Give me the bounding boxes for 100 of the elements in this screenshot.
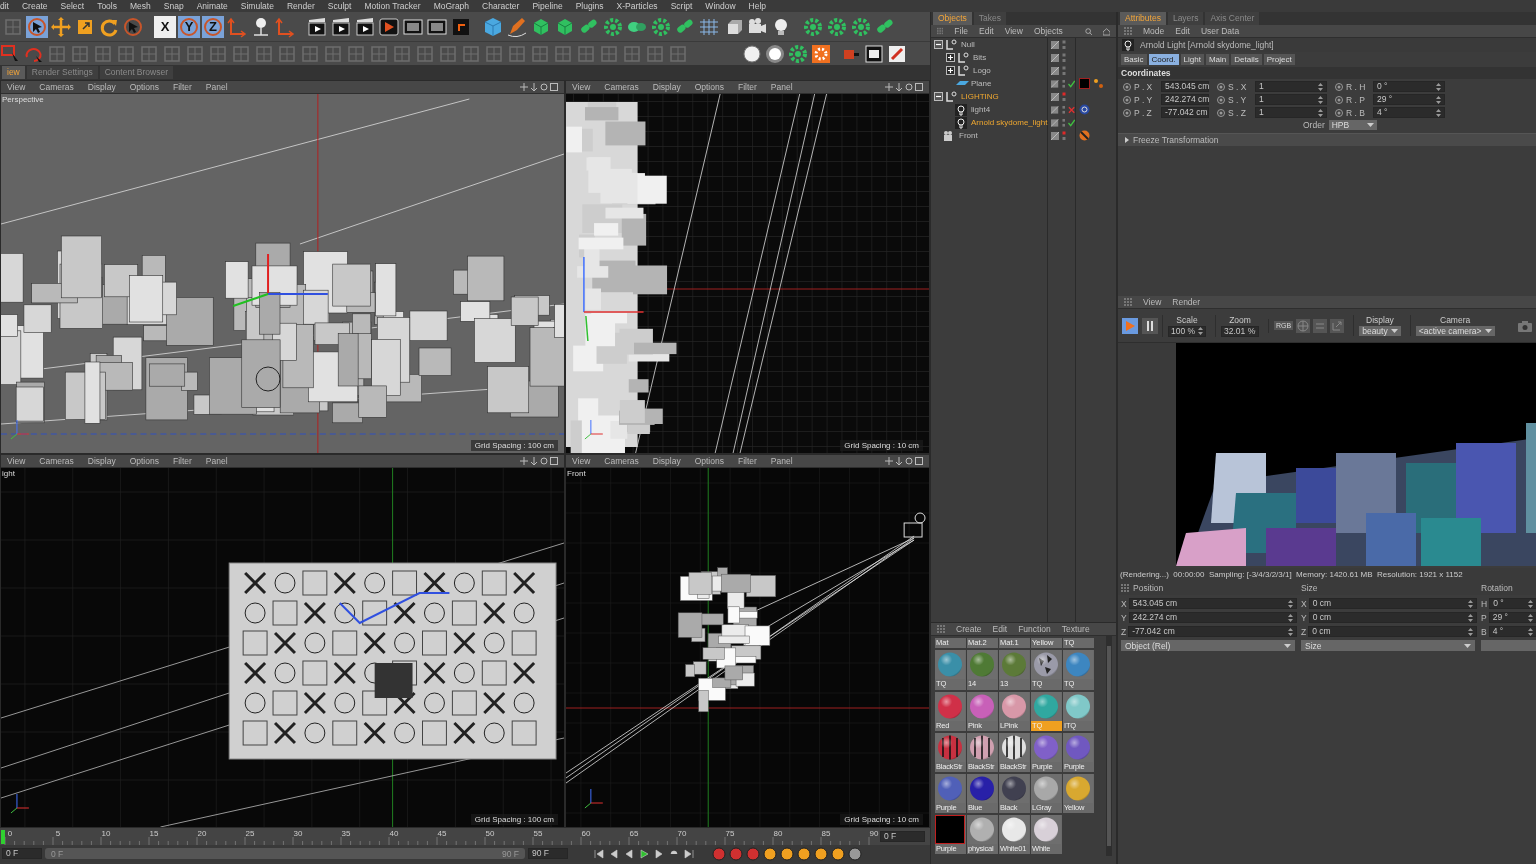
number-field[interactable]: 0 ° bbox=[1489, 598, 1536, 609]
attribute-tab[interactable]: Light bbox=[1180, 54, 1204, 65]
menu-item[interactable]: Display bbox=[652, 456, 681, 466]
clapperboard-icon[interactable] bbox=[354, 15, 376, 38]
visibility-dots-icon[interactable] bbox=[1061, 117, 1066, 128]
menu-item[interactable]: MoGraph bbox=[433, 1, 470, 11]
step-back-icon[interactable] bbox=[609, 848, 621, 859]
reverse-play-icon[interactable] bbox=[624, 848, 636, 859]
expand-icon[interactable] bbox=[946, 53, 955, 62]
menu-item[interactable]: Cameras bbox=[39, 456, 74, 466]
dropdown[interactable]: Object (Rel) bbox=[1121, 640, 1295, 651]
menu-item[interactable]: Cameras bbox=[604, 82, 639, 92]
axis-button[interactable]: Y bbox=[178, 15, 200, 38]
panel-tab[interactable]: Takes bbox=[973, 12, 1007, 25]
gear-icon[interactable] bbox=[802, 15, 824, 38]
square-icon[interactable] bbox=[1079, 78, 1091, 89]
layer-icon[interactable] bbox=[1051, 105, 1059, 114]
menu-item[interactable]: Options bbox=[694, 82, 724, 92]
pause-button[interactable] bbox=[1142, 317, 1158, 334]
cube-icon[interactable] bbox=[482, 15, 504, 38]
menu-item[interactable]: View bbox=[7, 82, 26, 92]
menu-item[interactable]: Display bbox=[87, 456, 116, 466]
number-field[interactable]: 242.274 cm bbox=[1161, 94, 1209, 105]
cross-icon[interactable] bbox=[1068, 105, 1076, 114]
menu-item[interactable]: Function bbox=[1018, 624, 1051, 635]
collapsible-section[interactable]: Freeze Transformation bbox=[1118, 133, 1536, 146]
menu-item[interactable]: Plugins bbox=[575, 1, 604, 11]
sphere-icon[interactable] bbox=[764, 42, 786, 65]
layer-icon[interactable] bbox=[1051, 92, 1060, 101]
arrow-icon[interactable] bbox=[895, 83, 903, 91]
arrow-icon[interactable] bbox=[530, 83, 538, 91]
attribute-tab[interactable]: Main bbox=[1205, 54, 1230, 65]
timeline-ruler[interactable]: 0 5 10 15 20 25 30 35 40 45 50 55 60 65 70 75 80 85 90 bbox=[0, 828, 880, 845]
sphere-icon[interactable] bbox=[741, 42, 763, 65]
menu-item[interactable]: User Data bbox=[1200, 26, 1240, 36]
menu-item[interactable]: Select bbox=[60, 1, 85, 11]
camera-dropdown[interactable]: <active camera> bbox=[1415, 326, 1495, 336]
pan-icon[interactable] bbox=[520, 83, 528, 91]
attribute-tab[interactable]: Details bbox=[1231, 54, 1262, 65]
search-icon[interactable] bbox=[1084, 26, 1092, 36]
material-preview[interactable] bbox=[935, 815, 965, 845]
pan-icon[interactable] bbox=[885, 457, 893, 465]
visibility-dots-icon[interactable] bbox=[1062, 65, 1067, 76]
pan-icon[interactable] bbox=[885, 83, 893, 91]
menu-item[interactable]: Panel bbox=[205, 456, 228, 466]
menu-item[interactable]: Filter bbox=[172, 456, 192, 466]
scale-field[interactable]: 100 % bbox=[1168, 325, 1206, 337]
menu-item[interactable]: Animate bbox=[196, 1, 228, 11]
gear-icon[interactable] bbox=[826, 15, 848, 38]
menu-item[interactable]: Mesh bbox=[129, 1, 151, 11]
layer-icon[interactable] bbox=[1051, 79, 1059, 88]
menu-item[interactable]: View bbox=[1004, 26, 1023, 36]
menu-item[interactable]: Filter bbox=[172, 82, 192, 92]
panel-icon[interactable] bbox=[863, 42, 885, 65]
object-name[interactable]: Plane bbox=[971, 79, 992, 88]
end-frame-field[interactable]: 90 F bbox=[528, 848, 568, 859]
menu-item[interactable]: Pipeline bbox=[532, 1, 563, 11]
maximize-icon[interactable] bbox=[550, 457, 558, 465]
skip-start-icon[interactable] bbox=[594, 848, 606, 859]
menu-item[interactable]: View bbox=[7, 456, 26, 466]
axis-button[interactable]: X bbox=[154, 15, 176, 38]
menu-item[interactable]: View bbox=[572, 82, 591, 92]
dots-icon[interactable] bbox=[1093, 78, 1105, 89]
check-icon[interactable] bbox=[1068, 79, 1076, 88]
menu-item[interactable]: Create bbox=[22, 1, 48, 11]
expand-arrow-icon[interactable] bbox=[1124, 137, 1129, 143]
attribute-tab[interactable]: Coord. bbox=[1148, 54, 1179, 65]
expand-icon[interactable] bbox=[946, 66, 955, 75]
layout-tab[interactable]: Render Settings bbox=[26, 66, 98, 79]
dropdown[interactable]: Size bbox=[1301, 640, 1475, 651]
pan-icon[interactable] bbox=[520, 457, 528, 465]
gear-icon[interactable] bbox=[650, 15, 672, 38]
attribute-tab[interactable]: Basic bbox=[1121, 54, 1147, 65]
globe-icon[interactable] bbox=[1296, 318, 1311, 333]
menu-item[interactable]: Snap bbox=[163, 1, 184, 11]
visibility-dots-icon[interactable] bbox=[1062, 91, 1067, 102]
play-icon[interactable] bbox=[378, 15, 400, 38]
panel-tab[interactable]: Layers bbox=[1167, 12, 1204, 25]
layout-tab[interactable]: Content Browser bbox=[99, 66, 174, 79]
panel-tab[interactable]: Axis Center bbox=[1205, 12, 1260, 25]
menu-item[interactable]: Create bbox=[956, 624, 982, 635]
menu-item[interactable]: Render bbox=[286, 1, 315, 11]
layer-icon[interactable] bbox=[1051, 66, 1060, 75]
menu-item[interactable]: Filter bbox=[737, 456, 757, 466]
gear-icon[interactable] bbox=[602, 15, 624, 38]
menu-item[interactable]: Filter bbox=[737, 82, 757, 92]
menu-item[interactable]: Options bbox=[129, 82, 159, 92]
play-button[interactable] bbox=[1122, 317, 1138, 334]
clapperboard-icon[interactable] bbox=[330, 15, 352, 38]
arrow-icon[interactable] bbox=[530, 457, 538, 465]
menu-item[interactable]: Panel bbox=[770, 82, 793, 92]
pen-icon[interactable] bbox=[506, 15, 528, 38]
menu-item[interactable]: Edit bbox=[979, 26, 994, 36]
object-name[interactable]: Null bbox=[961, 40, 975, 49]
target-icon[interactable] bbox=[1079, 104, 1091, 115]
number-field[interactable]: 0 ° bbox=[1373, 81, 1445, 92]
clapperboard-icon[interactable] bbox=[306, 15, 328, 38]
menu-item[interactable]: File bbox=[954, 26, 968, 36]
layer-icon[interactable] bbox=[1051, 40, 1060, 49]
menu-item[interactable]: Script bbox=[670, 1, 693, 11]
